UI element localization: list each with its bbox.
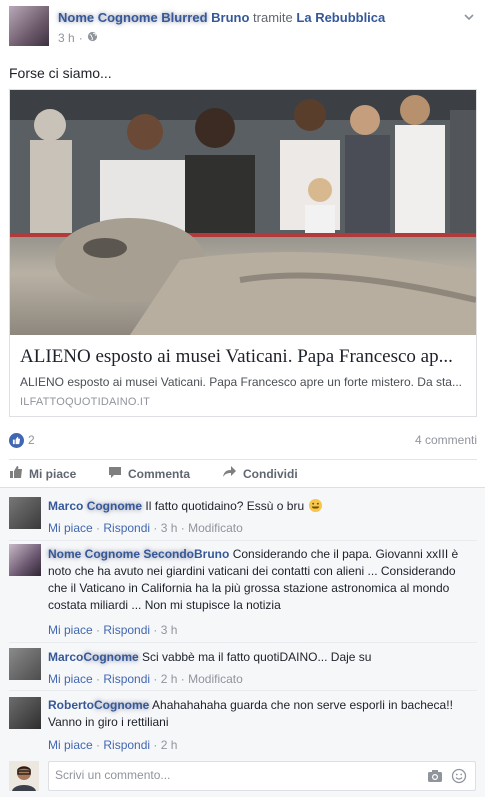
share-button[interactable]: Condividi: [222, 465, 298, 482]
chevron-down-icon[interactable]: [462, 10, 476, 24]
commenter-avatar[interactable]: [9, 497, 41, 529]
post-author-line: Nome Cognome Blurred Bruno tramite La Re…: [58, 10, 385, 25]
comment-edited[interactable]: Modificato: [188, 672, 243, 686]
comment-like-link[interactable]: Mi piace: [48, 521, 93, 535]
link-description: ALIENO esposto ai musei Vaticani. Papa F…: [20, 375, 462, 389]
comment-meta: Mi piace · Rispondi · 2 h · Modificato: [48, 672, 243, 686]
comment-reply-link[interactable]: Rispondi: [103, 672, 150, 686]
comment-button[interactable]: Commenta: [108, 465, 190, 482]
comment-meta: Mi piace · Rispondi · 2 h: [48, 738, 178, 752]
comment-time[interactable]: 2 h: [161, 672, 178, 686]
commenter-surname-blurred[interactable]: Cognome: [87, 499, 142, 513]
comment-time[interactable]: 2 h: [161, 738, 178, 752]
camera-icon[interactable]: [427, 769, 443, 786]
share-label: Condividi: [243, 466, 298, 481]
like-label: Mi piace: [29, 466, 77, 481]
commenter-name[interactable]: Marco: [48, 499, 83, 513]
link-domain: ILFATTOQUOTIDAINO.IT: [20, 396, 151, 408]
post-meta: 3 h ·: [58, 31, 98, 45]
commenter-name-blurred[interactable]: Nome Cognome Secondo: [48, 547, 194, 561]
author-first-name[interactable]: Bruno: [211, 10, 249, 25]
post-text: Forse ci siamo...: [9, 65, 112, 81]
like-button[interactable]: Mi piace: [9, 465, 76, 482]
thumbs-up-icon: [9, 433, 24, 448]
divider: [9, 690, 477, 691]
comment-like-link[interactable]: Mi piace: [48, 623, 93, 637]
comment-item: RobertoCognome Ahahahahaha guarda che no…: [48, 697, 476, 731]
comment-like-link[interactable]: Mi piace: [48, 738, 93, 752]
divider: [9, 540, 477, 541]
commenter-surname-blurred[interactable]: Cognome: [83, 650, 138, 664]
globe-icon: [87, 31, 98, 45]
comment-reply-link[interactable]: Rispondi: [103, 521, 150, 535]
commenter-avatar[interactable]: [9, 697, 41, 729]
grin-emoji-icon: [308, 498, 323, 513]
comment-label: Commenta: [128, 466, 191, 481]
link-title[interactable]: ALIENO esposto ai musei Vaticani. Papa F…: [20, 346, 470, 368]
comment-meta: Mi piace · Rispondi · 3 h: [48, 623, 178, 637]
comment-icon: [108, 465, 122, 482]
post-time[interactable]: 3 h: [58, 31, 75, 45]
commenter-surname-blurred[interactable]: Cognome: [94, 698, 149, 712]
page-name-link[interactable]: La Rebubblica: [296, 10, 385, 25]
comment-item: MarcoCognome Sci vabbè ma il fatto quoti…: [48, 649, 476, 666]
comment-like-link[interactable]: Mi piace: [48, 672, 93, 686]
comment-input[interactable]: [55, 768, 415, 782]
author-avatar[interactable]: [9, 6, 49, 46]
thumbs-up-icon: [9, 465, 23, 482]
link-preview-card[interactable]: ALIENO esposto ai musei Vaticani. Papa F…: [9, 89, 477, 417]
comment-time[interactable]: 3 h: [161, 623, 178, 637]
comment-reply-link[interactable]: Rispondi: [103, 623, 150, 637]
comment-edited[interactable]: Modificato: [188, 521, 243, 535]
meta-separator: ·: [78, 31, 83, 45]
via-label: tramite: [253, 10, 293, 25]
emoji-icon[interactable]: [451, 768, 467, 787]
commenter-name[interactable]: Roberto: [48, 698, 94, 712]
comment-composer[interactable]: [48, 761, 476, 791]
commenter-name[interactable]: Bruno: [194, 547, 229, 561]
divider: [9, 459, 477, 460]
comment-time[interactable]: 3 h: [161, 521, 178, 535]
share-icon: [222, 465, 237, 482]
author-name-blurred[interactable]: Nome Cognome Blurred: [58, 10, 208, 25]
comment-text: Il fatto quotidaino? Essù o bru: [145, 499, 305, 513]
commenter-name[interactable]: Marco: [48, 650, 83, 664]
commenter-avatar[interactable]: [9, 648, 41, 680]
comment-meta: Mi piace · Rispondi · 3 h · Modificato: [48, 521, 243, 535]
comment-count[interactable]: 4 commenti: [415, 433, 477, 447]
comment-text: Sci vabbè ma il fatto quotiDAINO... Daje…: [142, 650, 372, 664]
commenter-avatar[interactable]: [9, 544, 41, 576]
like-count[interactable]: 2: [28, 433, 35, 447]
comment-item: Nome Cognome SecondoBruno Considerando c…: [48, 546, 476, 614]
self-avatar[interactable]: [9, 761, 39, 791]
divider: [9, 642, 477, 643]
comment-item: Marco Cognome Il fatto quotidaino? Essù …: [48, 498, 476, 515]
comment-reply-link[interactable]: Rispondi: [103, 738, 150, 752]
link-preview-image[interactable]: [10, 90, 476, 335]
